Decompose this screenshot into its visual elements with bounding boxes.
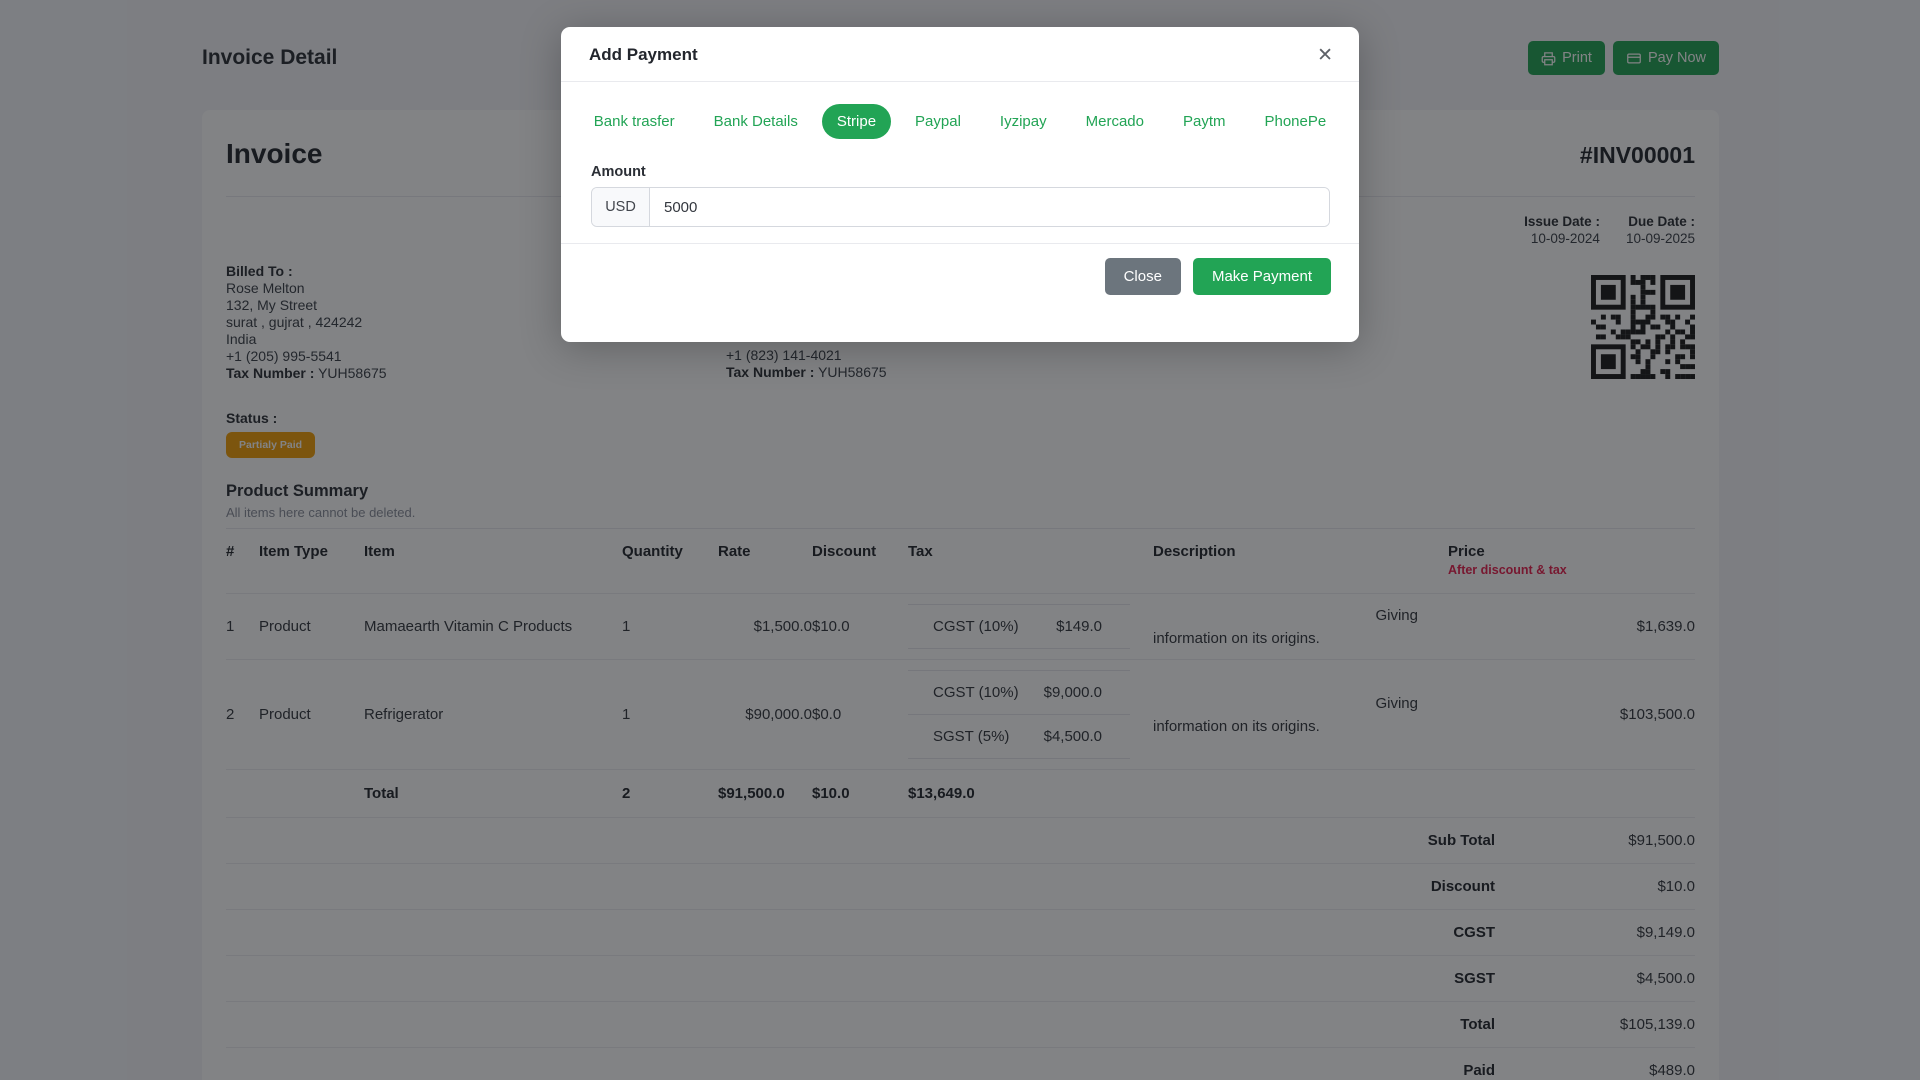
payment-tab-paypal[interactable]: Paypal — [900, 104, 976, 139]
payment-tab-paytm[interactable]: Paytm — [1168, 104, 1241, 139]
payment-tab-iyzipay[interactable]: Iyzipay — [985, 104, 1062, 139]
make-payment-button[interactable]: Make Payment — [1192, 258, 1331, 295]
currency-addon: USD — [592, 188, 650, 226]
modal-footer: Close Make Payment — [561, 243, 1359, 295]
amount-label: Amount — [591, 164, 646, 180]
close-icon[interactable]: ✕ — [1317, 46, 1333, 65]
amount-input[interactable] — [650, 188, 1329, 226]
modal-header: Add Payment ✕ — [561, 27, 1359, 82]
amount-input-group: USD — [591, 187, 1330, 227]
payment-tab-bank-details[interactable]: Bank Details — [699, 104, 813, 139]
screen: Invoice Detail Print Pay Now Invoice #IN… — [0, 0, 1920, 1080]
payment-tab-phonepe[interactable]: PhonePe — [1249, 104, 1341, 139]
payment-method-tabs: Bank trasfer Bank Details Stripe Paypal Iyzi… — [561, 104, 1359, 139]
modal-title: Add Payment — [589, 45, 698, 64]
payment-tab-stripe[interactable]: Stripe — [821, 104, 892, 139]
payment-tab-bank-trasfer[interactable]: Bank trasfer — [579, 104, 690, 139]
payment-tab-mercado[interactable]: Mercado — [1071, 104, 1159, 139]
add-payment-modal: Add Payment ✕ Bank trasfer Bank Details St… — [561, 27, 1359, 342]
close-button[interactable]: Close — [1104, 258, 1181, 295]
